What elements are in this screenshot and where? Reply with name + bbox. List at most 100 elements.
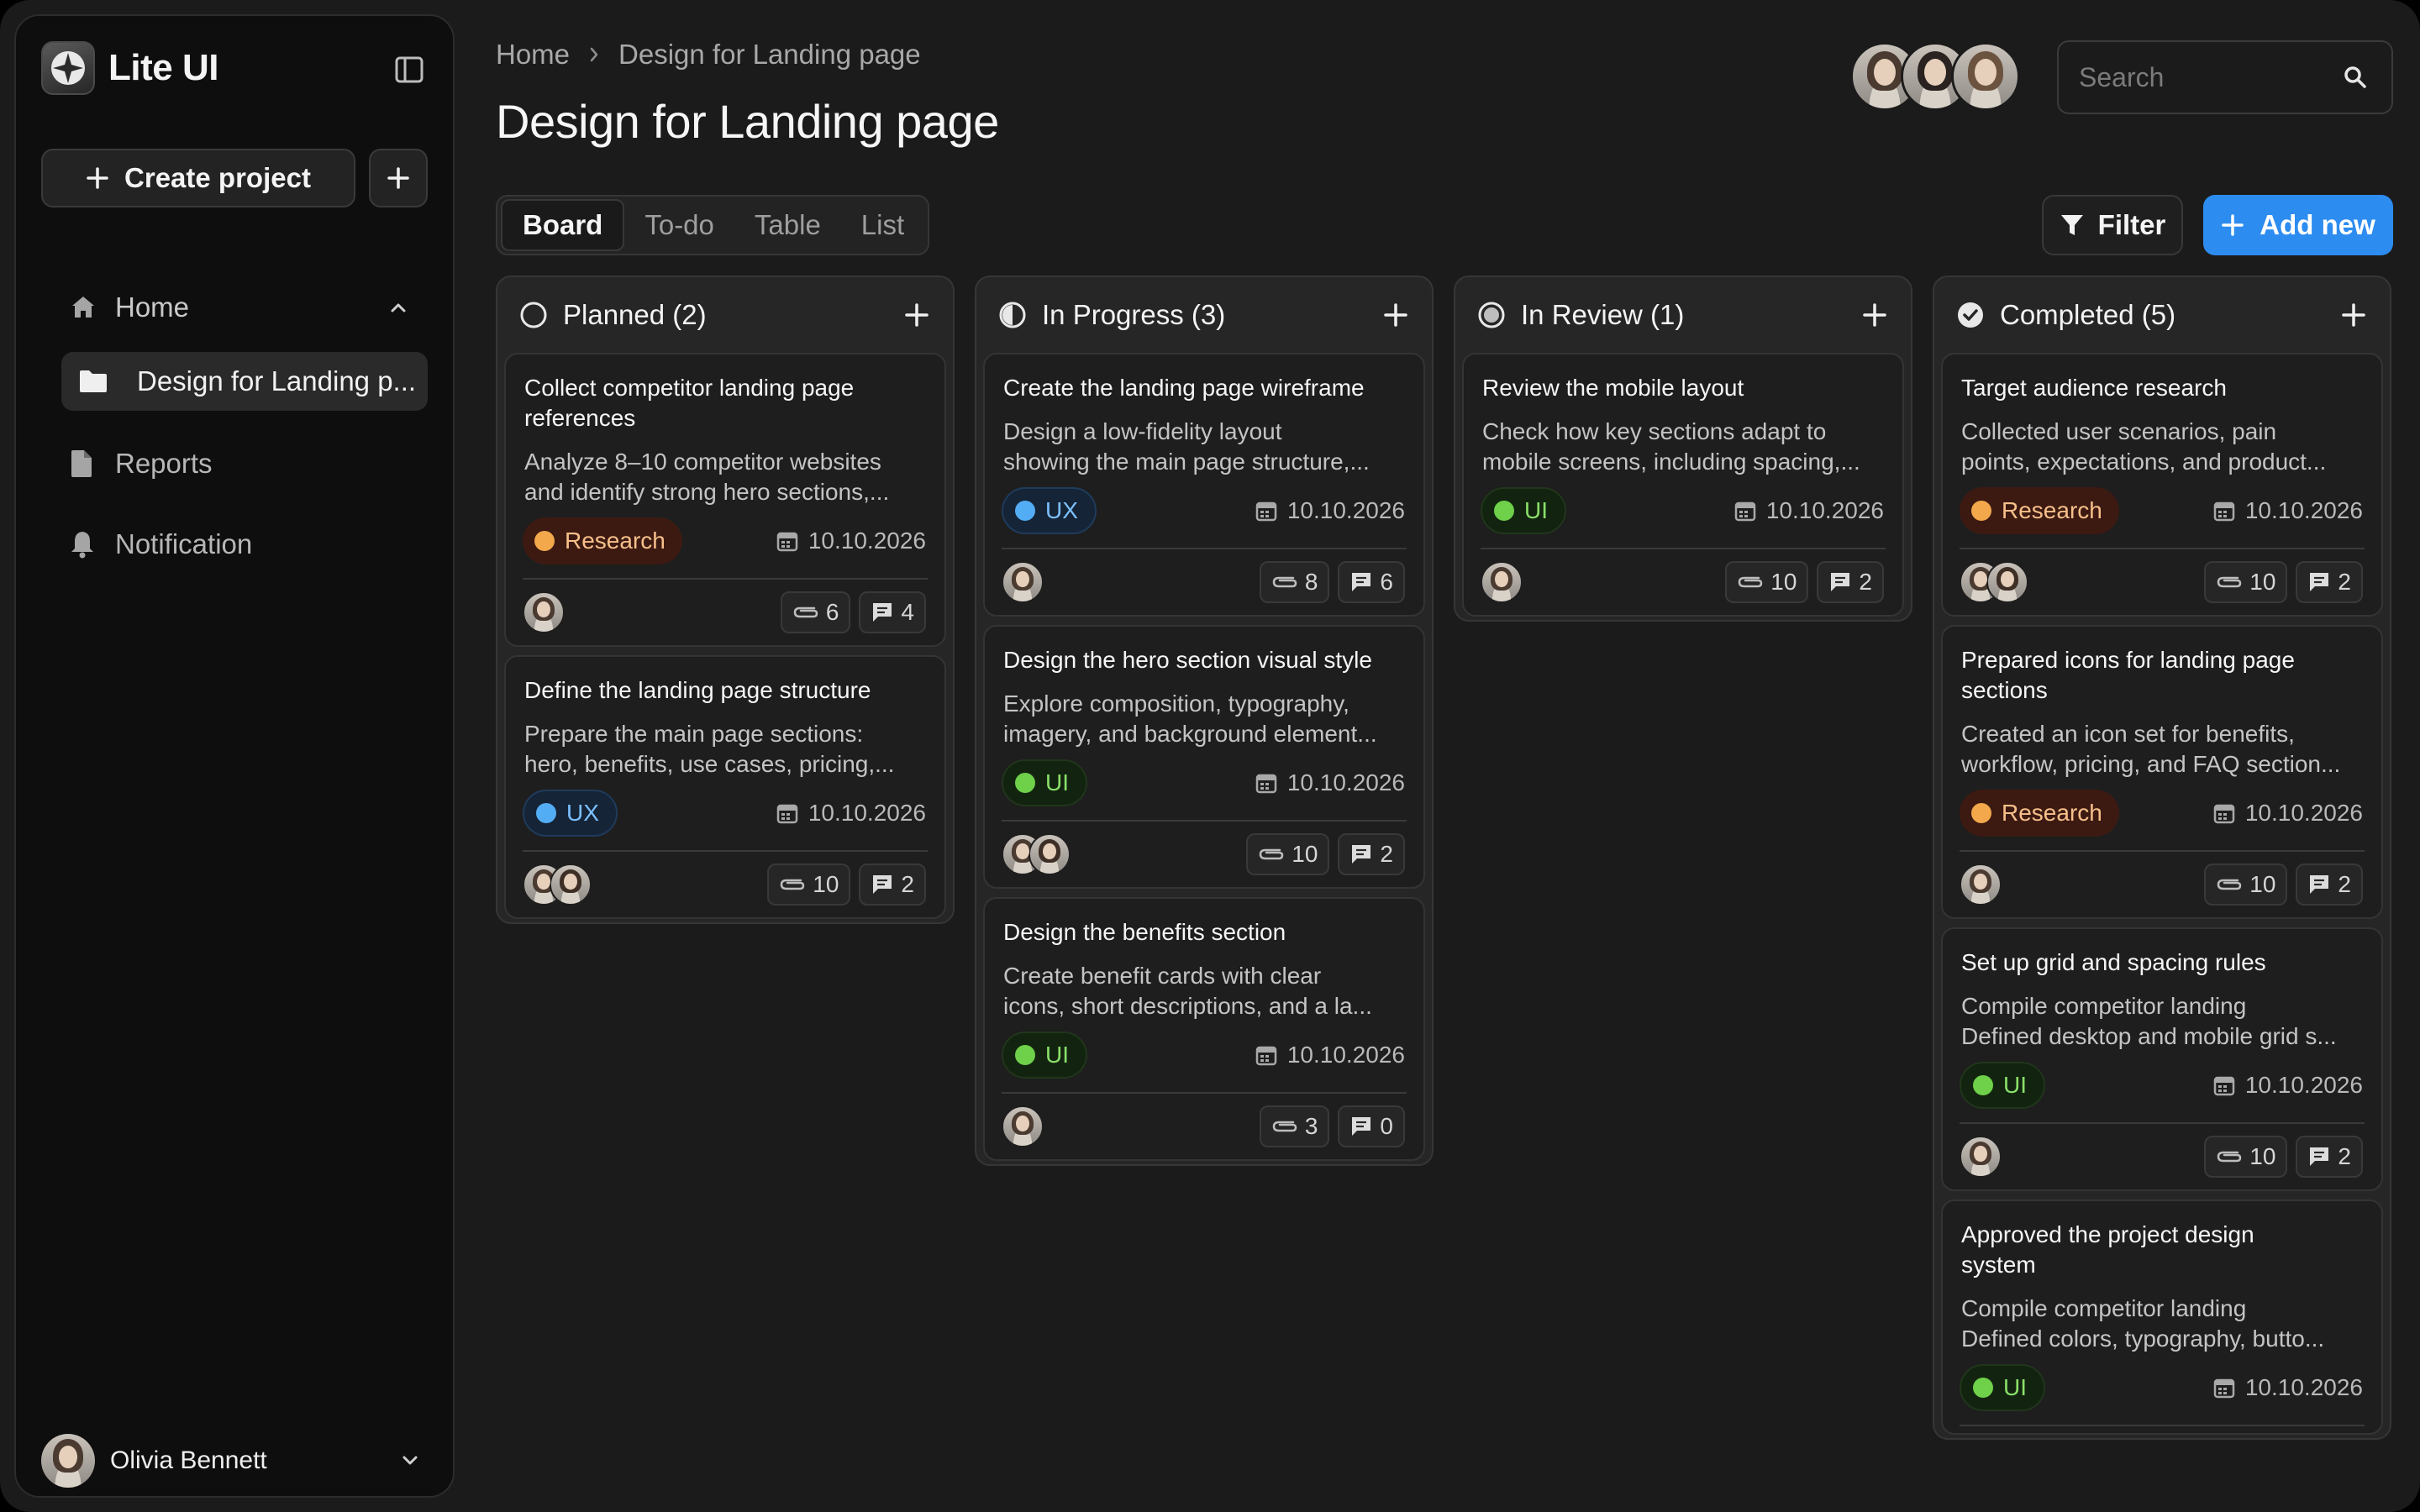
tag-badge[interactable]: UX [523,790,618,837]
assignee-avatars[interactable] [523,864,592,906]
card-title: Prepared icons for landing page sections [1961,645,2365,706]
card-description-line: Defined colors, typography, butto... [1961,1326,2325,1352]
tag-badge[interactable]: UI [1002,759,1087,806]
comments-count[interactable]: 2 [2296,1136,2363,1178]
tag-dot-icon [1973,1075,1993,1095]
add-card-icon[interactable] [1862,302,1887,328]
sidebar-item-home[interactable]: Home [41,280,428,335]
card-counters: 64 [780,591,926,633]
task-card[interactable]: Target audience research Collected user s… [1941,353,2383,617]
card-title: Design the benefits section [1003,917,1407,948]
task-card[interactable]: Approved the project design system Compile… [1941,1200,2383,1435]
brand[interactable]: Lite UI [41,41,218,95]
comments-count[interactable]: 2 [1338,833,1405,875]
card-description: Analyze 8–10 competitor websites and iden… [524,447,931,507]
tag-badge[interactable]: UI [1002,1032,1087,1079]
comments-count[interactable]: 6 [1338,561,1405,603]
chevron-down-icon[interactable] [399,1450,421,1472]
attachments-count[interactable]: 3 [1259,1105,1330,1147]
task-card[interactable]: Define the landing page structure Prepare… [504,655,946,919]
task-card[interactable]: Create the landing page wireframe Design … [983,353,1425,617]
tag-badge[interactable]: UI [1481,487,1566,534]
avatar [1986,561,2028,603]
task-card[interactable]: Design the benefits section Create benefi… [983,897,1425,1161]
add-card-icon[interactable] [2341,302,2366,328]
tag-badge[interactable]: UI [1960,1364,2045,1411]
tag-badge[interactable]: Research [523,517,682,564]
sidebar-toggle-icon[interactable] [392,53,426,87]
task-card[interactable]: Collect competitor landing page reference… [504,353,946,647]
card-description-line: showing the main page structure,... [1003,449,1370,475]
task-card[interactable]: Design the hero section visual style Expl… [983,625,1425,889]
circle-filled-icon [1477,301,1506,329]
assignee-avatars[interactable] [1960,561,2028,603]
comments-count[interactable]: 0 [1338,1105,1405,1147]
user-menu[interactable]: Olivia Bennett [41,1434,436,1488]
avatar [1028,833,1071,875]
assignee-avatars[interactable] [1481,561,1523,603]
attachments-count[interactable]: 10 [767,864,851,906]
comments-count[interactable]: 2 [2296,561,2363,603]
tag-badge[interactable]: UI [1960,1062,2045,1109]
search-icon[interactable] [2343,65,2368,90]
tab-todo[interactable]: To-do [624,199,734,251]
bell-icon [70,530,95,559]
tab-board[interactable]: Board [501,199,625,251]
board-column: In Progress (3) Create the landing page w… [975,276,1434,1166]
comments-count[interactable]: 2 [1817,561,1884,603]
tag-badge[interactable]: Research [1960,790,2119,837]
assignee-avatars[interactable] [1002,1105,1044,1147]
tab-table[interactable]: Table [734,199,841,251]
card-description: Compile competitor landing Defined deskto… [1961,991,2368,1052]
attachments-count[interactable]: 10 [2204,864,2288,906]
assignee-avatars[interactable] [1002,833,1071,875]
sidebar-item-notification[interactable]: Notification [41,517,428,572]
task-card[interactable]: Review the mobile layout Check how key se… [1462,353,1904,617]
add-card-icon[interactable] [904,302,929,328]
card-title-line: Prepared icons for landing page [1961,647,2295,673]
comment-icon [1828,570,1852,594]
tag-badge[interactable]: UX [1002,487,1097,534]
card-title-line: Create the landing page wireframe [1003,375,1365,401]
comments-value: 2 [2338,569,2351,595]
sidebar-item-current-project[interactable]: Design for Landing p... [61,352,428,411]
task-card[interactable]: Set up grid and spacing rules Compile com… [1941,927,2383,1191]
attachments-count[interactable]: 10 [1725,561,1809,603]
comments-count[interactable]: 2 [859,864,926,906]
comments-count[interactable]: 2 [2296,864,2363,906]
attachments-count[interactable]: 8 [1259,561,1330,603]
quick-add-button[interactable] [369,149,428,207]
attachments-count[interactable]: 10 [2204,1136,2288,1178]
card-title-line: Design the hero section visual style [1003,647,1372,673]
attachments-count[interactable]: 10 [1246,833,1330,875]
search-input[interactable] [2059,61,2328,93]
tab-list[interactable]: List [841,199,924,251]
tag-badge[interactable]: Research [1960,487,2119,534]
column-title: In Review (1) [1521,299,1685,330]
attachments-count[interactable]: 10 [2204,561,2288,603]
add-card-icon[interactable] [1383,302,1408,328]
card-counters: 10 2 [767,864,926,906]
card-description: Created an icon set for benefits, workflo… [1961,719,2368,780]
breadcrumb-home-link[interactable]: Home [496,39,570,71]
tag-label: UX [566,800,599,826]
assignee-avatars[interactable] [523,591,565,633]
circle-empty-icon [519,301,548,329]
add-new-button[interactable]: Add new [2203,195,2393,255]
sidebar-item-reports[interactable]: Reports [41,436,428,491]
assignee-avatars[interactable] [1002,561,1044,603]
tag-dot-icon [1971,501,1991,521]
column-header: In Progress (3) [976,277,1432,353]
comments-count[interactable]: 4 [859,591,926,633]
filter-button[interactable]: Filter [2042,195,2183,255]
attachments-count[interactable]: 6 [780,591,851,633]
plus-icon [87,167,108,189]
comment-icon [1349,570,1373,594]
create-project-button[interactable]: Create project [41,149,355,207]
assignee-avatars[interactable] [1960,864,2002,906]
assignee-avatars[interactable] [1960,1136,2002,1178]
team-avatars[interactable] [1850,42,2020,111]
tag-dot-icon [536,803,556,823]
chevron-up-icon[interactable] [387,297,409,318]
task-card[interactable]: Prepared icons for landing page sections C… [1941,625,2383,919]
